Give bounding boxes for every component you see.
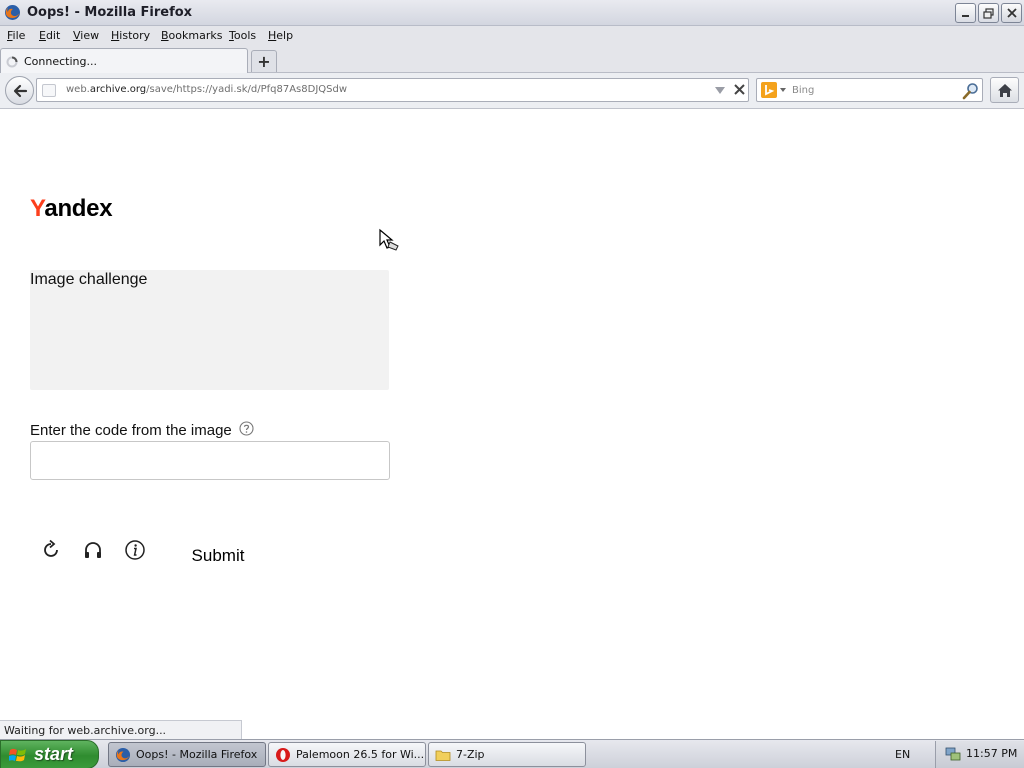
tab-current[interactable]: Connecting... (0, 48, 248, 73)
refresh-icon[interactable] (40, 539, 62, 561)
captcha-code-input[interactable] (30, 441, 390, 480)
new-tab-button[interactable]: + (251, 50, 277, 72)
page-content: Yandex Image challenge Enter the code fr… (0, 110, 1024, 740)
start-label: start (34, 744, 74, 764)
minimize-button[interactable] (955, 3, 976, 23)
search-bar[interactable]: Bing (756, 78, 983, 102)
status-bar: Waiting for web.archive.org... (0, 720, 242, 739)
start-button[interactable]: start (0, 740, 99, 768)
menu-help[interactable]: Help (268, 29, 293, 42)
home-icon (997, 83, 1012, 97)
windows-logo-icon (9, 748, 26, 762)
audio-headphones-icon[interactable] (82, 539, 104, 561)
close-window-button[interactable] (1001, 3, 1022, 23)
folder-icon (435, 750, 451, 761)
tab-strip: Connecting... + (0, 46, 1024, 73)
language-indicator[interactable]: EN (895, 748, 910, 761)
opera-icon (276, 748, 290, 762)
home-button[interactable] (990, 77, 1019, 103)
network-icon[interactable] (945, 746, 961, 762)
menu-file[interactable]: File (7, 29, 25, 42)
search-magnifier-icon[interactable] (962, 82, 980, 100)
status-text: Waiting for web.archive.org... (4, 724, 167, 737)
menu-tools[interactable]: Tools (229, 29, 256, 42)
navigation-toolbar: web.archive.org/save/https://yadi.sk/d/P… (0, 73, 1024, 109)
menu-edit[interactable]: Edit (39, 29, 60, 42)
loading-throbber-icon (6, 56, 18, 68)
code-field-label: Enter the code from the image (30, 422, 232, 439)
back-arrow-icon (13, 84, 27, 97)
site-identity-icon[interactable] (42, 84, 56, 97)
taskbar-item-firefox[interactable]: Oops! - Mozilla Firefox (108, 742, 266, 767)
restore-button[interactable] (978, 3, 999, 23)
taskbar-item-7zip[interactable]: 7-Zip (428, 742, 586, 767)
window-title-bar: Oops! - Mozilla Firefox (0, 0, 1024, 26)
engine-dropdown-icon[interactable] (780, 88, 786, 92)
busy-cursor-icon (379, 228, 399, 251)
minimize-icon (961, 15, 969, 17)
plus-icon: + (257, 52, 271, 71)
firefox-icon (115, 747, 131, 763)
tab-label: Connecting... (24, 55, 97, 68)
firefox-icon (5, 5, 20, 20)
taskbar-item-label: Oops! - Mozilla Firefox (136, 748, 258, 761)
captcha-image-alt-text: Image challenge (30, 271, 148, 288)
question-icon[interactable] (239, 421, 254, 436)
url-history-dropdown-icon[interactable] (715, 87, 725, 94)
menu-view[interactable]: View (73, 29, 99, 42)
url-text[interactable]: web.archive.org/save/https://yadi.sk/d/P… (66, 84, 347, 95)
close-icon (1006, 8, 1017, 18)
stop-icon[interactable] (733, 83, 746, 96)
yandex-logo: Yandex (30, 195, 113, 222)
clock: 11:57 PM (966, 747, 1018, 760)
restore-icon (983, 7, 994, 19)
url-bar[interactable]: web.archive.org/save/https://yadi.sk/d/P… (36, 78, 749, 102)
menu-history[interactable]: History (111, 29, 150, 42)
system-tray: 11:57 PM (935, 741, 1024, 768)
bing-icon[interactable] (761, 82, 777, 98)
window-title: Oops! - Mozilla Firefox (27, 5, 193, 20)
taskbar: start Oops! - Mozilla Firefox Palemoon 2… (0, 739, 1024, 768)
submit-button[interactable]: Submit (180, 542, 256, 570)
search-placeholder: Bing (792, 85, 815, 96)
taskbar-item-label: Palemoon 26.5 for Wi... (296, 748, 425, 761)
taskbar-item-palemoon[interactable]: Palemoon 26.5 for Wi... (268, 742, 426, 767)
taskbar-item-label: 7-Zip (456, 748, 485, 761)
info-icon[interactable] (124, 539, 146, 561)
menu-bookmarks[interactable]: Bookmarks (161, 29, 222, 42)
menu-bar: File Edit View History Bookmarks Tools H… (0, 26, 1024, 46)
captcha-image-area: Image challenge (30, 270, 389, 390)
back-button[interactable] (5, 76, 34, 105)
